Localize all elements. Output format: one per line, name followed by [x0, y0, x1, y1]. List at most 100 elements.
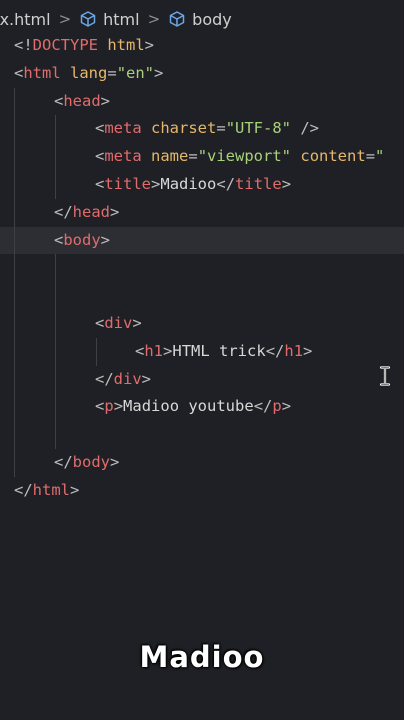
code-line[interactable]: <meta charset="UTF-8" /> — [0, 115, 404, 144]
token: </ — [216, 174, 236, 193]
indent-guide — [14, 115, 15, 144]
token: h1 — [284, 341, 304, 360]
breadcrumb-separator: > — [147, 10, 161, 28]
text-cursor-icon — [379, 366, 391, 386]
code-line[interactable]: </body> — [0, 448, 404, 477]
breadcrumb: ex.html > html > body — [0, 6, 232, 32]
code-line[interactable]: <title>Madioo</title> — [0, 170, 404, 199]
token: name — [151, 147, 189, 166]
token: > — [151, 174, 161, 193]
indent-guide — [55, 337, 56, 366]
token: > — [113, 397, 124, 416]
indent-guide — [55, 170, 56, 199]
token: </ — [253, 397, 273, 416]
code-line[interactable] — [0, 282, 404, 310]
token: = — [107, 63, 117, 82]
token: > — [110, 452, 120, 471]
code-line[interactable]: <p>Madioo youtube</p> — [0, 393, 404, 422]
token: = — [216, 119, 226, 138]
token: charset — [151, 119, 217, 138]
code-line[interactable]: <div> — [0, 309, 404, 338]
indent-guide — [14, 393, 15, 422]
indent-guide — [14, 226, 15, 255]
code-line[interactable]: </head> — [0, 198, 404, 227]
code-editor[interactable]: <!DOCTYPE html> <html lang="en"> <head> … — [0, 32, 404, 505]
token: /> — [291, 119, 320, 138]
token: < — [95, 313, 105, 332]
token: < — [135, 341, 145, 360]
indent-guide — [14, 448, 15, 477]
code-line[interactable]: </div> — [0, 365, 404, 394]
token: </ — [265, 341, 285, 360]
token: " — [375, 147, 385, 166]
indent-guide — [14, 170, 15, 199]
token: > — [100, 91, 111, 110]
token: </ — [14, 480, 33, 499]
token: html — [23, 63, 61, 82]
token: = — [365, 147, 376, 166]
token: < — [95, 397, 105, 416]
code-line[interactable]: <h1>HTML trick</h1> — [0, 337, 404, 366]
code-line[interactable]: </html> — [0, 477, 404, 505]
token: < — [95, 119, 105, 138]
indent-guide — [55, 254, 56, 283]
token: meta — [104, 147, 142, 166]
token: content — [300, 147, 366, 166]
breadcrumb-item-html[interactable]: html — [103, 10, 139, 29]
indent-guide — [55, 115, 56, 144]
token: p — [272, 397, 282, 416]
token: html — [32, 480, 70, 499]
token: body — [72, 452, 110, 471]
code-line[interactable]: <!DOCTYPE html> — [0, 32, 404, 60]
token: > — [110, 202, 120, 221]
code-line[interactable]: <meta name="viewport" content=" — [0, 143, 404, 171]
token: "viewport" — [197, 147, 292, 166]
token: <! — [14, 36, 33, 54]
token: </ — [95, 369, 114, 388]
token: h1 — [144, 341, 164, 360]
token: > — [154, 63, 164, 82]
token: "en" — [116, 63, 155, 82]
breadcrumb-file[interactable]: ex.html — [0, 10, 51, 29]
code-line[interactable]: <head> — [0, 87, 404, 116]
code-line[interactable]: <html lang="en"> — [0, 60, 404, 88]
token: > — [141, 369, 152, 388]
token: head — [63, 91, 101, 110]
code-line[interactable] — [0, 421, 404, 449]
token: div — [104, 313, 133, 332]
breadcrumb-item-body[interactable]: body — [192, 10, 232, 29]
token: > — [281, 174, 292, 193]
indent-guide — [14, 87, 15, 116]
indent-guide — [14, 365, 15, 394]
token: head — [72, 202, 110, 221]
token: </ — [54, 202, 73, 221]
token: > — [163, 341, 173, 360]
indent-guide — [14, 421, 15, 449]
token: Madioo youtube — [123, 397, 254, 416]
token: DOCTYPE — [32, 36, 98, 54]
token: = — [188, 147, 198, 166]
token: html — [107, 36, 145, 54]
indent-guide — [55, 282, 56, 310]
token: </ — [54, 452, 73, 471]
code-line[interactable] — [0, 254, 404, 283]
token: < — [54, 91, 64, 110]
token: body — [63, 230, 101, 249]
token: > — [100, 230, 111, 249]
token: > — [70, 480, 80, 499]
token: HTML trick — [172, 341, 266, 360]
token: title — [104, 174, 152, 193]
indent-guide — [55, 393, 56, 422]
indent-guide — [55, 309, 56, 338]
code-line-active[interactable]: <body> — [0, 226, 404, 255]
cube-icon — [168, 10, 186, 28]
indent-guide — [14, 337, 15, 366]
indent-guide — [14, 309, 15, 338]
indent-guide — [55, 421, 56, 449]
breadcrumb-separator: > — [58, 10, 72, 28]
token: > — [303, 341, 313, 360]
cube-icon — [79, 10, 97, 28]
